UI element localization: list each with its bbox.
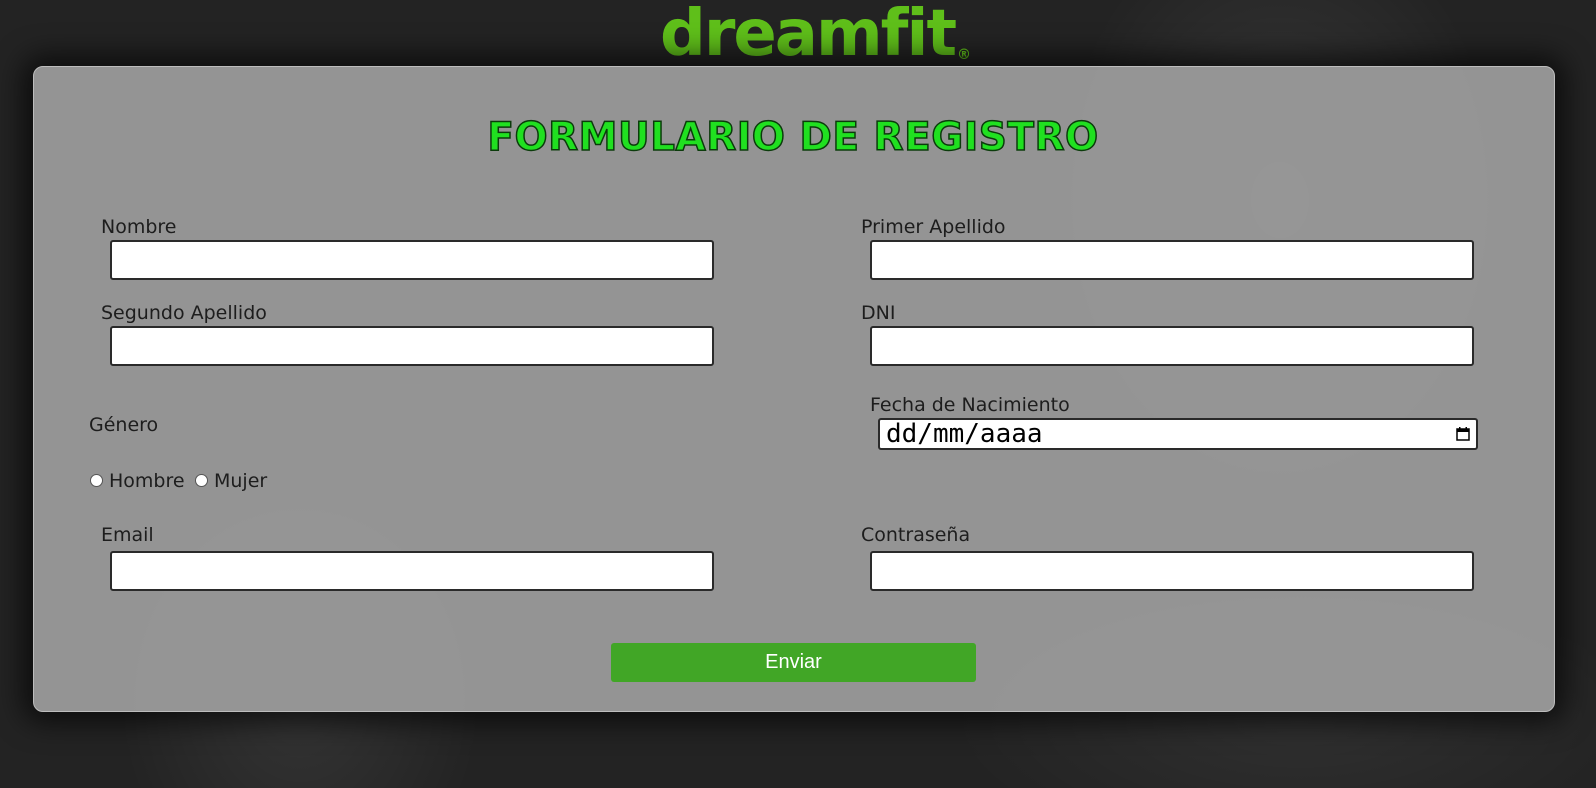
dni-label: DNI (861, 302, 896, 324)
fecha-nacimiento-label: Fecha de Nacimiento (870, 394, 1070, 416)
contrasena-label: Contraseña (861, 524, 971, 546)
radio-mujer[interactable] (195, 474, 208, 487)
date-placeholder: dd/mm/aaaa (886, 419, 1043, 449)
nombre-label: Nombre (101, 216, 177, 238)
genero-label: Género (89, 414, 159, 436)
registered-mark: ® (957, 47, 972, 63)
form-title: FORMULARIO DE REGISTRO (487, 114, 1099, 161)
email-input[interactable] (110, 551, 714, 591)
contrasena-input[interactable] (870, 551, 1474, 591)
logo-text: dreamfit (660, 0, 957, 71)
dni-input[interactable] (870, 326, 1474, 366)
calendar-icon[interactable] (1456, 427, 1470, 441)
radio-hombre[interactable] (90, 474, 103, 487)
primer-apellido-label: Primer Apellido (861, 216, 1006, 238)
segundo-apellido-input[interactable] (110, 326, 714, 366)
primer-apellido-input[interactable] (870, 240, 1474, 280)
nombre-input[interactable] (110, 240, 714, 280)
radio-mujer-label[interactable]: Mujer (214, 470, 267, 492)
email-label: Email (101, 524, 154, 546)
segundo-apellido-label: Segundo Apellido (101, 302, 267, 324)
radio-hombre-label[interactable]: Hombre (109, 470, 185, 492)
fecha-nacimiento-input[interactable]: dd/mm/aaaa (878, 418, 1478, 450)
enviar-button[interactable]: Enviar (611, 643, 976, 682)
dreamfit-logo: dreamfit ® (660, 0, 971, 66)
registration-card (33, 66, 1555, 712)
